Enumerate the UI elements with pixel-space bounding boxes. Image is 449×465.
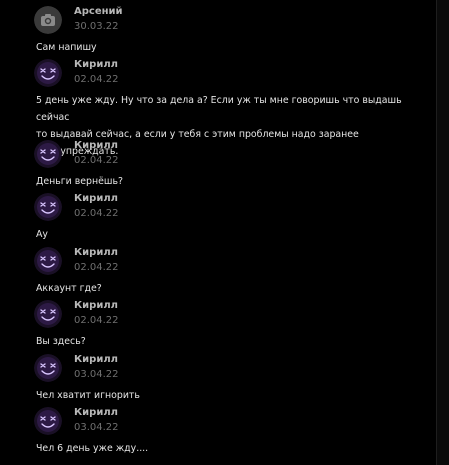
smiley-icon: [34, 407, 62, 435]
smiley-icon: [34, 140, 62, 168]
smiley-icon: [34, 193, 62, 221]
avatar[interactable]: [34, 247, 62, 275]
message-date: 30.03.22: [74, 21, 119, 32]
avatar[interactable]: [34, 354, 62, 382]
message-item: Кирилл 02.04.22 Вы здесь?: [0, 300, 435, 350]
smiley-icon: [34, 247, 62, 275]
message-author[interactable]: Кирилл: [74, 407, 118, 418]
message-text: Аккаунт где?: [36, 283, 102, 294]
message-author[interactable]: Кирилл: [74, 247, 118, 258]
scrollbar[interactable]: [437, 0, 449, 465]
avatar[interactable]: [34, 407, 62, 435]
message-text: Сам напишу: [36, 42, 97, 53]
message-date: 02.04.22: [74, 155, 119, 166]
message-author[interactable]: Кирилл: [74, 354, 118, 365]
avatar[interactable]: [34, 140, 62, 168]
message-text: Ау: [36, 229, 48, 240]
message-text: Чел 6 день уже жду....: [36, 443, 149, 454]
message-date: 03.04.22: [74, 369, 119, 380]
message-text: Вы здесь?: [36, 336, 86, 347]
message-author[interactable]: Кирилл: [74, 300, 118, 311]
message-item: Кирилл 03.04.22 Чел хватит игнорить: [0, 354, 435, 404]
message-item: Кирилл 02.04.22 5 день уже жду. Ну что з…: [0, 59, 435, 157]
message-author[interactable]: Кирилл: [74, 193, 118, 204]
message-date: 02.04.22: [74, 315, 119, 326]
smiley-icon: [34, 59, 62, 87]
chat-message-list: Арсений 30.03.22 Сам напишу Кирилл 02.04…: [0, 0, 435, 465]
smiley-icon: [34, 354, 62, 382]
message-date: 03.04.22: [74, 422, 119, 433]
avatar[interactable]: [34, 6, 62, 34]
message-text: Чел хватит игнорить: [36, 390, 140, 401]
message-item: Кирилл 02.04.22 Деньги вернёшь?: [0, 140, 435, 190]
message-author[interactable]: Арсений: [74, 6, 123, 17]
camera-icon: [34, 6, 62, 34]
message-author[interactable]: Кирилл: [74, 59, 118, 70]
avatar[interactable]: [34, 300, 62, 328]
message-author[interactable]: Кирилл: [74, 140, 118, 151]
message-date: 02.04.22: [74, 74, 119, 85]
message-item: Кирилл 02.04.22 Ау: [0, 193, 435, 243]
message-item: Кирилл 02.04.22 Аккаунт где?: [0, 247, 435, 297]
avatar[interactable]: [34, 59, 62, 87]
avatar[interactable]: [34, 193, 62, 221]
message-date: 02.04.22: [74, 208, 119, 219]
message-item: Арсений 30.03.22 Сам напишу: [0, 6, 435, 56]
smiley-icon: [34, 300, 62, 328]
message-text: Деньги вернёшь?: [36, 176, 123, 187]
message-date: 02.04.22: [74, 262, 119, 273]
message-item: Кирилл 03.04.22 Чел 6 день уже жду....: [0, 407, 435, 462]
